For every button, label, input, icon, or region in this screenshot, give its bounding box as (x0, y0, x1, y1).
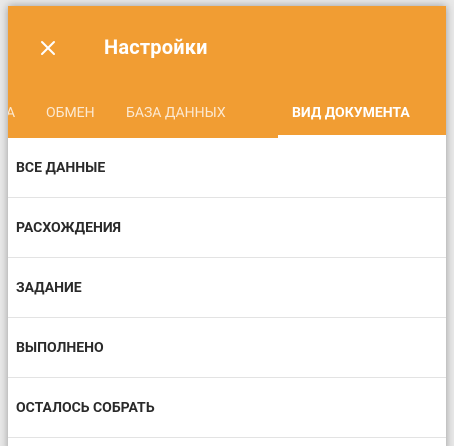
list-item-discrepancies[interactable]: РАСХОЖДЕНИЯ (8, 198, 446, 258)
tab-database[interactable]: БАЗА ДАННЫХ (126, 88, 226, 138)
list-item-remaining[interactable]: ОСТАЛОСЬ СОБРАТЬ (8, 378, 446, 438)
list-item-all-data[interactable]: ВСЕ ДАННЫЕ (8, 138, 446, 198)
app-bar: Настройки А ОБМЕН БАЗА ДАННЫХ ВИД ДОКУМЕ… (8, 6, 446, 138)
tab-document-type[interactable]: ВИД ДОКУМЕНТА (292, 88, 410, 138)
document-type-list: ВСЕ ДАННЫЕ РАСХОЖДЕНИЯ ЗАДАНИЕ ВЫПОЛНЕНО… (8, 138, 446, 438)
tab-bar: А ОБМЕН БАЗА ДАННЫХ ВИД ДОКУМЕНТА (8, 88, 446, 138)
tab-exchange[interactable]: ОБМЕН (46, 88, 95, 138)
tab-partial[interactable]: А (8, 88, 15, 138)
page-title: Настройки (104, 35, 208, 59)
close-button[interactable] (28, 28, 68, 68)
list-item-completed[interactable]: ВЫПОЛНЕНО (8, 318, 446, 378)
settings-screen: Настройки А ОБМЕН БАЗА ДАННЫХ ВИД ДОКУМЕ… (8, 6, 446, 446)
screenshot-frame: Настройки А ОБМЕН БАЗА ДАННЫХ ВИД ДОКУМЕ… (0, 0, 454, 446)
list-item-task[interactable]: ЗАДАНИЕ (8, 258, 446, 318)
close-icon (41, 41, 55, 55)
